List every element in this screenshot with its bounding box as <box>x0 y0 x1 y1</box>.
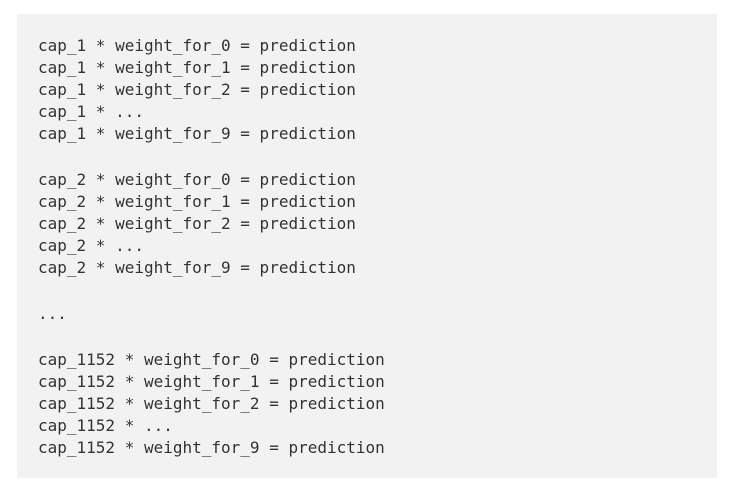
code-line: cap_1152 * weight_for_0 = prediction <box>38 350 385 369</box>
code-line: cap_2 * weight_for_0 = prediction <box>38 170 356 189</box>
code-line: cap_1 * weight_for_1 = prediction <box>38 58 356 77</box>
code-line: cap_1 * weight_for_2 = prediction <box>38 80 356 99</box>
code-line: cap_1152 * ... <box>38 416 173 435</box>
code-block: cap_1 * weight_for_0 = prediction cap_1 … <box>17 14 717 478</box>
code-line: cap_1 * ... <box>38 102 144 121</box>
code-line: cap_1 * weight_for_0 = prediction <box>38 36 356 55</box>
code-group-ellipsis: ... <box>38 303 717 325</box>
code-line: cap_1152 * weight_for_2 = prediction <box>38 394 385 413</box>
code-line: ... <box>38 304 67 323</box>
code-line: cap_2 * ... <box>38 236 144 255</box>
code-line: cap_2 * weight_for_1 = prediction <box>38 192 356 211</box>
code-group-cap-1: cap_1 * weight_for_0 = prediction cap_1 … <box>38 35 717 145</box>
code-line: cap_2 * weight_for_9 = prediction <box>38 258 356 277</box>
code-group-cap-2: cap_2 * weight_for_0 = prediction cap_2 … <box>38 169 717 279</box>
code-line: cap_1 * weight_for_9 = prediction <box>38 124 356 143</box>
code-line: cap_2 * weight_for_2 = prediction <box>38 214 356 233</box>
code-line: cap_1152 * weight_for_9 = prediction <box>38 438 385 457</box>
code-line: cap_1152 * weight_for_1 = prediction <box>38 372 385 391</box>
code-group-cap-1152: cap_1152 * weight_for_0 = prediction cap… <box>38 349 717 459</box>
